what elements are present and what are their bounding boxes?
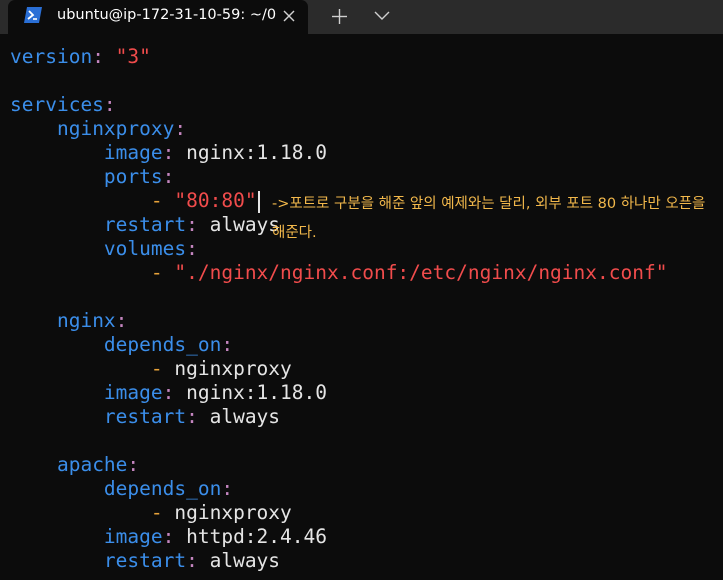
yaml-key: image — [103, 525, 163, 548]
yaml-value: always — [209, 405, 281, 428]
powershell-icon — [24, 7, 42, 23]
yaml-line-nginx: nginx: — [56, 309, 128, 332]
yaml-line-depends: depends_on: — [103, 333, 234, 356]
terminal-tab[interactable]: ubuntu@ip-172-31-10-59: ~/0 — [8, 0, 308, 34]
yaml-line-apache: apache: — [56, 453, 140, 476]
text-cursor — [257, 190, 260, 213]
yaml-line-image: image: nginx:1.18.0 — [103, 381, 327, 404]
yaml-line-image: image: httpd:2.4.46 — [103, 525, 327, 548]
yaml-key: depends_on — [103, 477, 222, 500]
annotation-note: ->포트로 구분을 해준 앞의 예제와는 달리, 외부 포트 80 하나만 오픈… — [272, 196, 706, 241]
yaml-key: image — [103, 381, 163, 404]
yaml-key: image — [103, 141, 163, 164]
yaml-value: always — [209, 549, 281, 572]
yaml-line-services: services: — [10, 93, 116, 116]
yaml-value: httpd:2.4.46 — [186, 525, 327, 548]
chevron-down-icon[interactable] — [374, 11, 390, 21]
yaml-line-volumes: volumes: — [103, 237, 198, 260]
yaml-line-ports: ports: — [103, 165, 175, 188]
yaml-line-restart: restart: always — [103, 405, 281, 428]
terminal-body[interactable]: version: "3" services: nginxproxy: image… — [0, 34, 723, 580]
yaml-line-restart: restart: always — [103, 549, 281, 572]
yaml-key: nginxproxy — [56, 117, 175, 140]
close-icon[interactable] — [282, 9, 296, 23]
title-bar: ubuntu@ip-172-31-10-59: ~/0 — [0, 0, 723, 34]
yaml-string: "./nginx/nginx.conf:/etc/nginx/nginx.con… — [174, 261, 668, 284]
yaml-key: restart — [103, 549, 187, 572]
plus-icon[interactable] — [331, 8, 348, 25]
yaml-line-depends-item: - nginxproxy — [150, 501, 292, 524]
yaml-line-depends-item: - nginxproxy — [150, 357, 292, 380]
yaml-line-depends: depends_on: — [103, 477, 234, 500]
yaml-value: nginxproxy — [174, 357, 292, 380]
yaml-value: nginx:1.18.0 — [186, 141, 327, 164]
yaml-line-image: image: nginx:1.18.0 — [103, 141, 327, 164]
yaml-key: depends_on — [103, 333, 222, 356]
yaml-string: "80:80" — [174, 189, 257, 212]
yaml-key: version — [10, 45, 93, 68]
yaml-key: services — [10, 93, 104, 116]
yaml-key: restart — [103, 213, 187, 236]
yaml-line-restart: restart: always — [103, 213, 281, 236]
yaml-value: always — [209, 213, 281, 236]
yaml-key: volumes — [103, 237, 187, 260]
tab-title: ubuntu@ip-172-31-10-59: ~/0 — [57, 7, 277, 23]
yaml-key: apache — [56, 453, 128, 476]
yaml-line-version: version: "3" — [10, 45, 151, 68]
yaml-value: nginxproxy — [174, 501, 292, 524]
yaml-key: nginx — [56, 309, 116, 332]
yaml-line-nginxproxy: nginxproxy: — [56, 117, 187, 140]
yaml-key: restart — [103, 405, 187, 428]
yaml-value: nginx:1.18.0 — [186, 381, 327, 404]
yaml-key: ports — [103, 165, 163, 188]
yaml-line-port-item: - "80:80" — [10, 189, 260, 213]
yaml-string: "3" — [115, 45, 151, 68]
yaml-line-volume-item: - "./nginx/nginx.conf:/etc/nginx/nginx.c… — [150, 261, 668, 284]
